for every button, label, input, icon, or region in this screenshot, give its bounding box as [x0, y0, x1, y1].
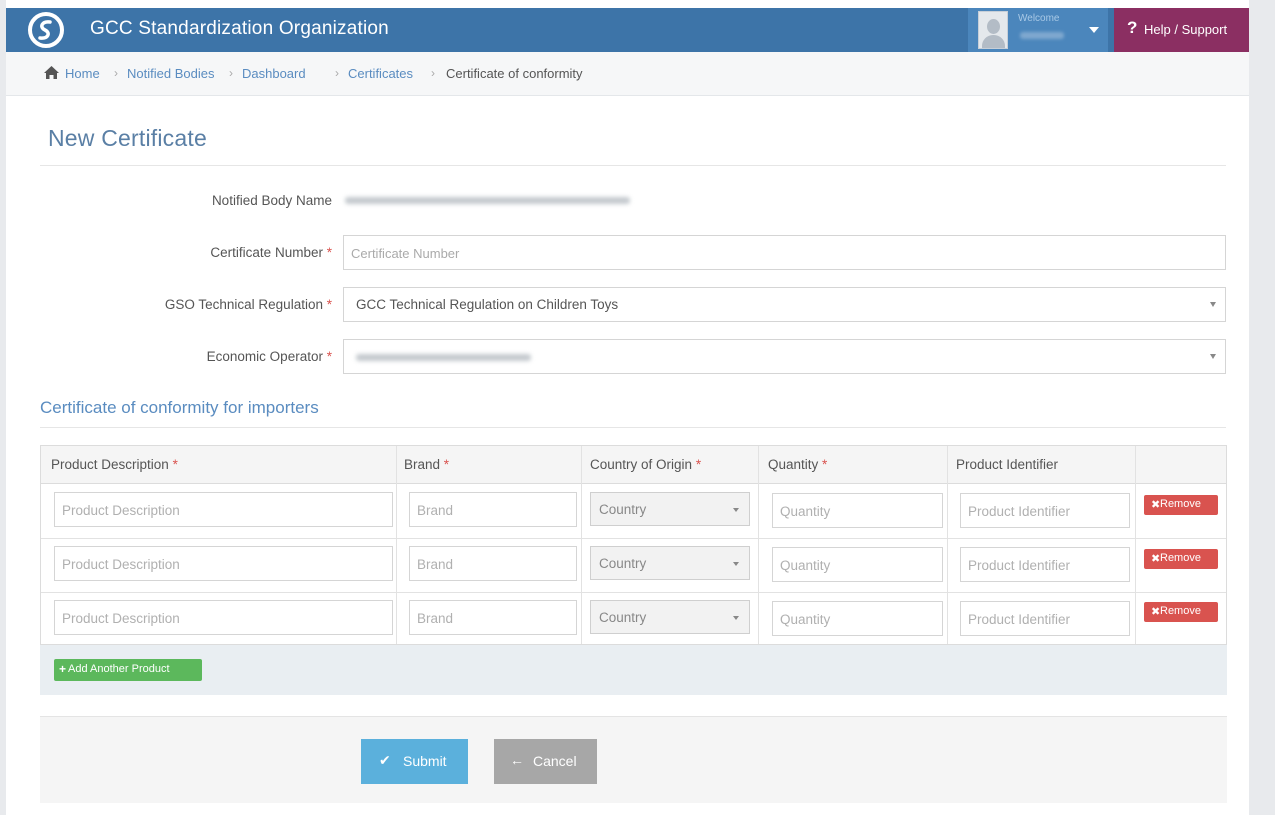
app-title[interactable]: GCC Standardization Organization [90, 18, 389, 40]
page-title: New Certificate [48, 125, 207, 151]
gso-logo-icon[interactable] [28, 11, 64, 49]
check-icon: ✔ [379, 752, 391, 768]
header-country-of-origin: Country of Origin * [590, 457, 702, 472]
header-brand: Brand * [404, 457, 450, 472]
divider [40, 165, 1226, 166]
breadcrumb-separator: › [431, 66, 435, 80]
add-product-button[interactable]: + Add Another Product [54, 659, 202, 681]
add-product-strip: + Add Another Product [40, 645, 1227, 695]
breadcrumb-home[interactable]: Home [65, 66, 100, 81]
header-quantity: Quantity * [768, 457, 828, 472]
help-support-button[interactable]: ? Help / Support [1114, 8, 1249, 52]
submit-label: Submit [403, 753, 447, 769]
home-icon[interactable] [43, 65, 60, 80]
notified-body-value-redacted [345, 197, 630, 204]
column-divider [947, 446, 948, 644]
breadcrumb: Home › Notified Bodies › Dashboard › Cer… [6, 52, 1249, 96]
user-name-redacted [1020, 32, 1064, 39]
section-title: Certificate of conformity for importers [40, 398, 319, 417]
submit-button[interactable]: ✔ Submit [361, 739, 468, 784]
top-bar: GCC Standardization Organization Welcome… [6, 8, 1249, 52]
right-gutter [1249, 0, 1275, 815]
breadcrumb-certificates[interactable]: Certificates [348, 66, 413, 81]
brand-input[interactable]: Brand [409, 546, 577, 581]
certificate-number-label: Certificate Number * [210, 245, 332, 260]
column-divider [396, 446, 397, 644]
form-actions: ✔ Submit ← Cancel [40, 716, 1227, 803]
breadcrumb-separator: › [229, 66, 233, 80]
remove-button[interactable]: ✖ Remove [1144, 495, 1218, 515]
product-description-input[interactable]: Product Description [54, 600, 393, 635]
divider [40, 427, 1226, 428]
close-icon: ✖ [1151, 499, 1161, 511]
column-divider [581, 446, 582, 644]
column-divider [758, 446, 759, 644]
economic-operator-select[interactable] [343, 339, 1226, 374]
notified-body-label: Notified Body Name [211, 193, 332, 208]
chevron-down-icon [1210, 354, 1216, 359]
quantity-input[interactable]: Quantity [772, 493, 943, 528]
quantity-input[interactable]: Quantity [772, 547, 943, 582]
user-menu[interactable]: Welcome [968, 8, 1108, 52]
table-header: Product Description * Brand * Country of… [41, 446, 1226, 484]
arrow-left-icon: ← [510, 752, 524, 768]
column-divider [1135, 446, 1136, 644]
avatar [978, 11, 1008, 49]
row-divider [41, 538, 1226, 539]
plus-icon: + [59, 662, 67, 676]
chevron-down-icon [733, 508, 739, 512]
economic-operator-value-redacted [356, 354, 531, 361]
row-divider [41, 592, 1226, 593]
welcome-text: Welcome [1018, 13, 1060, 24]
product-identifier-input[interactable]: Product Identifier [960, 601, 1130, 636]
close-icon: ✖ [1151, 606, 1161, 618]
chevron-down-icon [733, 616, 739, 620]
chevron-down-icon [1210, 302, 1216, 307]
certificate-number-placeholder: Certificate Number [351, 246, 460, 261]
left-gutter [0, 0, 6, 815]
product-identifier-input[interactable]: Product Identifier [960, 493, 1130, 528]
question-icon: ? [1127, 18, 1138, 37]
breadcrumb-dashboard[interactable]: Dashboard [242, 66, 306, 81]
cancel-label: Cancel [533, 753, 577, 769]
add-product-label: Add Another Product [68, 663, 170, 675]
chevron-down-icon [733, 562, 739, 566]
breadcrumb-separator: › [335, 66, 339, 80]
remove-button[interactable]: ✖ Remove [1144, 602, 1218, 622]
breadcrumb-separator: › [114, 66, 118, 80]
country-select[interactable]: Country [590, 492, 750, 526]
country-select[interactable]: Country [590, 600, 750, 634]
certificate-number-input[interactable]: Certificate Number [343, 235, 1226, 270]
product-description-input[interactable]: Product Description [54, 546, 393, 581]
brand-input[interactable]: Brand [409, 600, 577, 635]
product-identifier-input[interactable]: Product Identifier [960, 547, 1130, 582]
economic-operator-label: Economic Operator * [206, 349, 332, 364]
product-description-input[interactable]: Product Description [54, 492, 393, 527]
breadcrumb-notified-bodies[interactable]: Notified Bodies [127, 66, 214, 81]
remove-button[interactable]: ✖ Remove [1144, 549, 1218, 569]
products-table: Product Description * Brand * Country of… [40, 445, 1227, 645]
caret-down-icon[interactable] [1089, 27, 1099, 33]
help-support-label: Help / Support [1144, 22, 1228, 37]
regulation-value: GCC Technical Regulation on Children Toy… [356, 297, 619, 312]
cancel-button[interactable]: ← Cancel [494, 739, 597, 784]
breadcrumb-current: Certificate of conformity [446, 66, 583, 81]
header-product-identifier: Product Identifier [956, 457, 1059, 472]
close-icon: ✖ [1151, 553, 1161, 565]
country-select[interactable]: Country [590, 546, 750, 580]
regulation-select[interactable]: GCC Technical Regulation on Children Toy… [343, 287, 1226, 322]
header-product-description: Product Description * [51, 457, 178, 472]
brand-input[interactable]: Brand [409, 492, 577, 527]
quantity-input[interactable]: Quantity [772, 601, 943, 636]
regulation-label: GSO Technical Regulation * [164, 297, 332, 312]
